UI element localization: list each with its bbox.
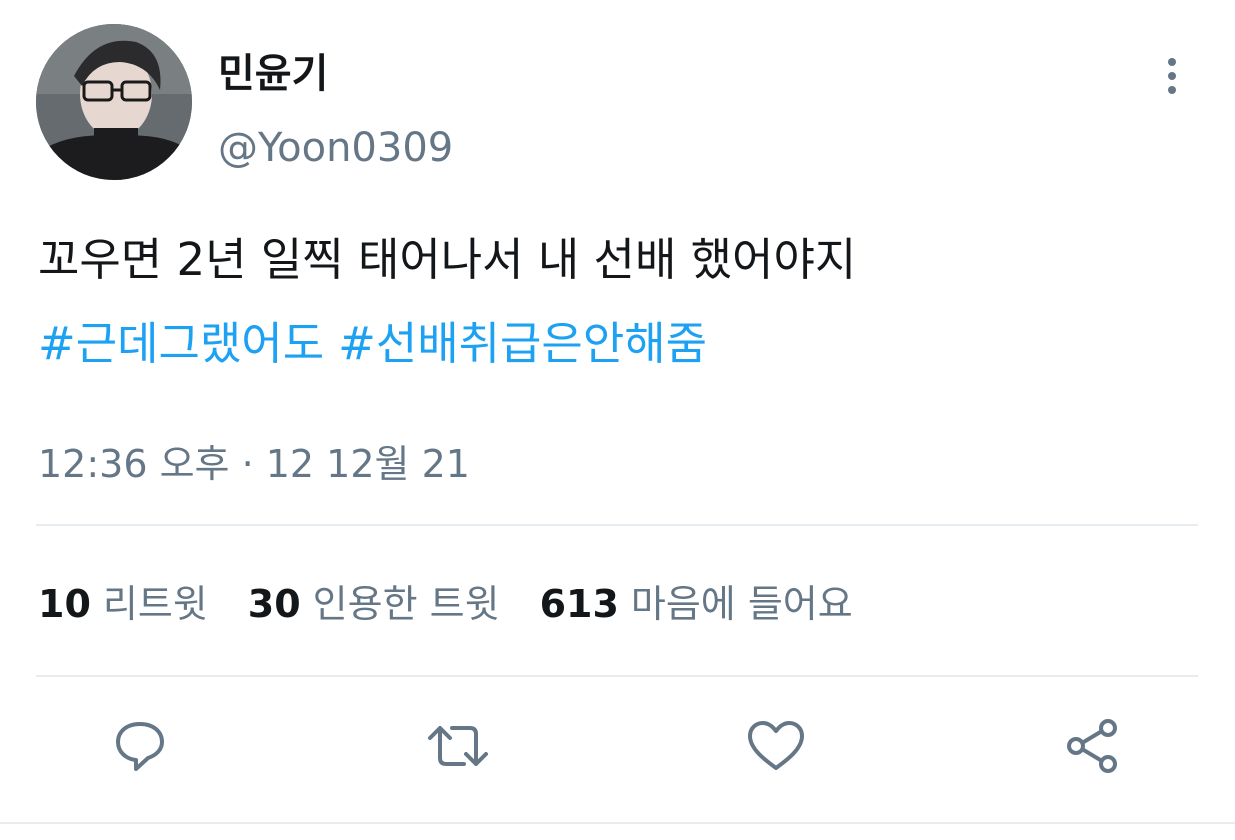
share-nodes-icon xyxy=(1067,719,1117,773)
heart-icon xyxy=(748,721,804,770)
user-handle[interactable]: @Yoon0309 xyxy=(218,118,453,178)
hashtag-link[interactable]: #근데그랬어도 xyxy=(38,317,324,370)
divider xyxy=(36,524,1198,526)
divider xyxy=(36,675,1198,677)
tweet-timestamp[interactable]: 12:36 오후 · 12 12월 21 xyxy=(38,436,470,492)
quote-tweet-stat[interactable]: 30 인용한 트윗 xyxy=(248,574,500,634)
stat-count: 10 xyxy=(38,582,91,626)
retweet-stat[interactable]: 10 리트윗 xyxy=(38,574,208,634)
stat-count: 613 xyxy=(539,582,619,626)
speech-bubble-icon xyxy=(116,722,164,771)
display-name[interactable]: 민윤기 xyxy=(218,44,328,104)
share-button[interactable] xyxy=(1060,714,1124,778)
tweet-text: 꼬우면 2년 일찍 태어나서 내 선배 했어야지 xyxy=(38,233,857,286)
more-dot-icon xyxy=(1168,86,1176,94)
stat-label: 리트윗 xyxy=(102,582,208,626)
hashtag-list: #근데그랬어도 #선배취급은안해줌 xyxy=(38,310,721,378)
like-stat[interactable]: 613 마음에 들어요 xyxy=(540,574,853,634)
retweet-arrows-icon xyxy=(428,726,488,766)
like-button[interactable] xyxy=(744,714,808,778)
stat-label: 인용한 트윗 xyxy=(312,582,500,626)
reply-button[interactable] xyxy=(108,714,172,778)
hashtag-link[interactable]: #선배취급은안해줌 xyxy=(338,317,707,370)
more-options-button[interactable] xyxy=(1150,52,1194,100)
tweet-stats: 10 리트윗 30 인용한 트윗 613 마음에 들어요 xyxy=(38,574,853,634)
more-dot-icon xyxy=(1168,72,1176,80)
stat-count: 30 xyxy=(247,582,301,626)
avatar[interactable] xyxy=(36,24,192,180)
divider xyxy=(0,822,1235,824)
retweet-button[interactable] xyxy=(426,714,490,778)
more-dot-icon xyxy=(1168,58,1176,66)
stat-label: 마음에 들어요 xyxy=(630,582,853,626)
tweet-detail: 민윤기 @Yoon0309 꼬우면 2년 일찍 태어나서 내 선배 했어야지 #… xyxy=(0,0,1235,840)
